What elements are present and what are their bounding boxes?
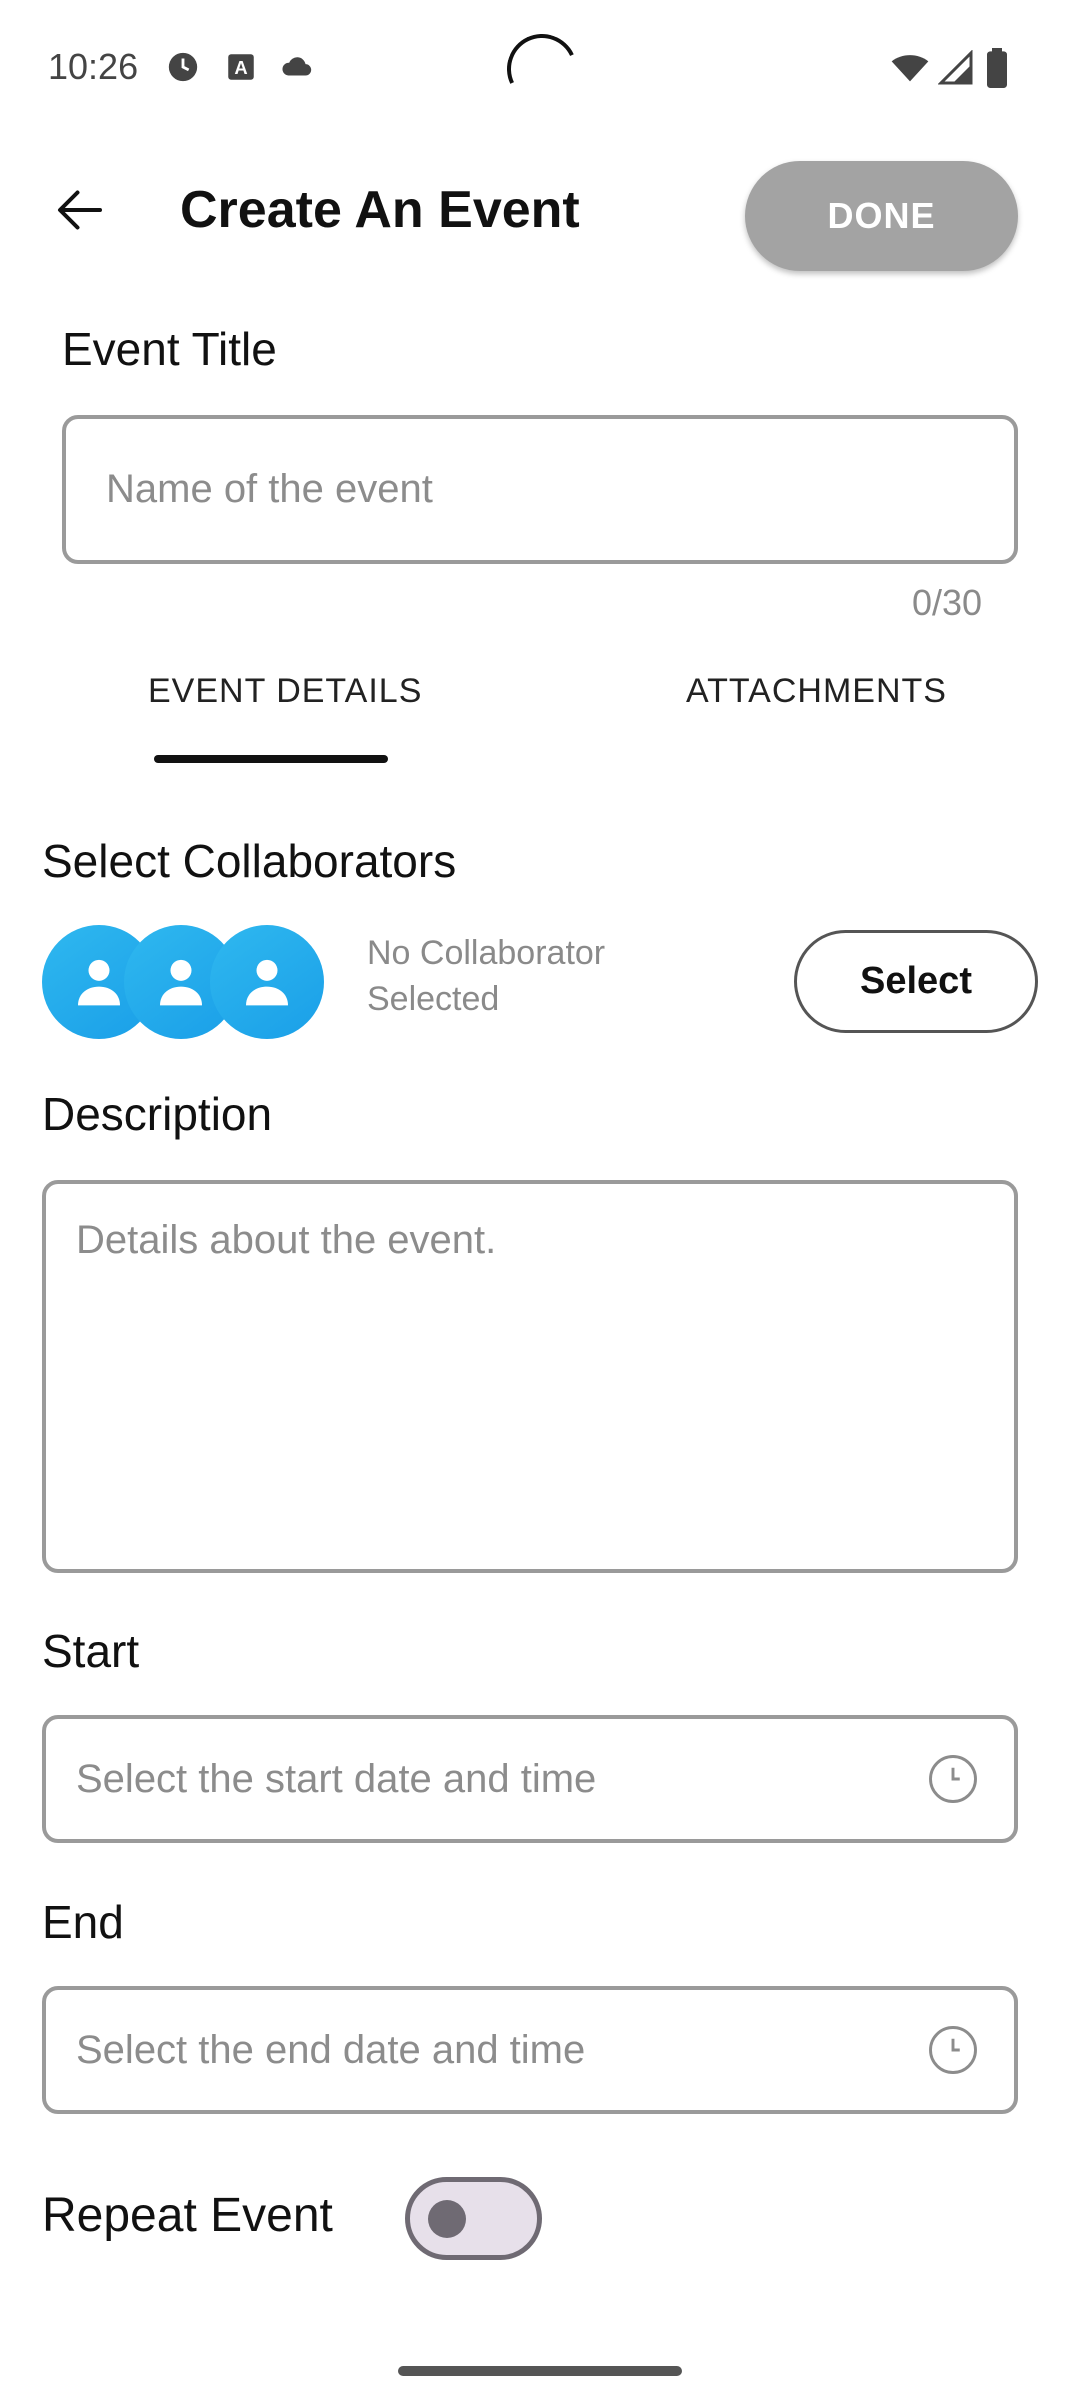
status-time: 10:26 bbox=[48, 46, 139, 87]
done-button[interactable]: DONE bbox=[745, 161, 1018, 271]
wifi-icon bbox=[891, 55, 929, 82]
collaborator-status-line1: No Collaborator bbox=[367, 934, 606, 972]
signal-icon bbox=[938, 50, 973, 85]
collaborator-status-line2: Selected bbox=[367, 980, 500, 1018]
tab-event-details[interactable]: EVENT DETAILS bbox=[148, 672, 422, 711]
user-icon bbox=[78, 959, 120, 1006]
clock-icon bbox=[168, 52, 198, 82]
start-placeholder: Select the start date and time bbox=[76, 1756, 597, 1801]
event-title-input[interactable]: Name of the event bbox=[62, 415, 1018, 564]
end-label: End bbox=[42, 1896, 124, 1948]
start-datetime-field[interactable]: Select the start date and time bbox=[42, 1715, 1018, 1843]
clock-icon[interactable] bbox=[926, 1752, 980, 1806]
page-title: Create An Event bbox=[180, 181, 580, 239]
cloud-icon bbox=[282, 57, 312, 76]
clock-icon[interactable] bbox=[926, 2023, 980, 2077]
select-collaborators-button[interactable]: Select bbox=[794, 930, 1038, 1033]
arrow-left-icon bbox=[58, 190, 102, 230]
repeat-event-toggle[interactable] bbox=[405, 2177, 542, 2260]
avatar bbox=[210, 925, 324, 1039]
keyboard-a-icon: A bbox=[228, 54, 254, 80]
description-input[interactable]: Details about the event. bbox=[42, 1180, 1018, 1573]
tab-attachments[interactable]: ATTACHMENTS bbox=[686, 672, 947, 711]
description-placeholder: Details about the event. bbox=[76, 1218, 497, 1262]
user-icon bbox=[160, 959, 202, 1006]
battery-icon bbox=[987, 48, 1007, 88]
character-counter: 0/30 bbox=[912, 582, 983, 623]
start-label: Start bbox=[42, 1625, 140, 1677]
camera-cutout bbox=[497, 24, 587, 114]
description-label: Description bbox=[42, 1088, 273, 1140]
end-datetime-field[interactable]: Select the end date and time bbox=[42, 1986, 1018, 2114]
repeat-event-label: Repeat Event bbox=[42, 2189, 333, 2242]
collaborators-label: Select Collaborators bbox=[42, 835, 457, 887]
event-title-label: Event Title bbox=[62, 323, 277, 375]
end-placeholder: Select the end date and time bbox=[76, 2027, 586, 2072]
tab-indicator bbox=[154, 755, 388, 763]
event-title-placeholder: Name of the event bbox=[106, 467, 433, 511]
svg-text:A: A bbox=[234, 57, 247, 78]
user-icon bbox=[246, 959, 288, 1006]
toggle-knob bbox=[428, 2200, 466, 2238]
back-button[interactable] bbox=[40, 170, 120, 250]
collaborator-status: No Collaborator Selected bbox=[367, 930, 667, 1022]
home-indicator[interactable] bbox=[398, 2366, 682, 2376]
